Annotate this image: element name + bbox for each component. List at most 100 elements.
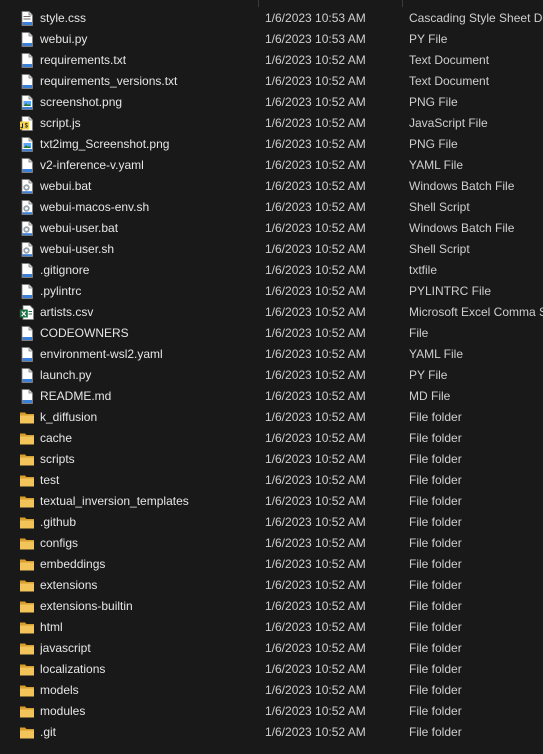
file-date-modified: 1/6/2023 10:52 AM <box>265 536 366 550</box>
javascript-file-icon <box>19 116 35 131</box>
file-name: README.md <box>40 389 112 403</box>
file-date-modified: 1/6/2023 10:52 AM <box>265 263 366 277</box>
file-row[interactable]: models 1/6/2023 10:52 AM File folder <box>0 680 543 701</box>
file-name: .gitignore <box>40 263 90 277</box>
file-name: requirements_versions.txt <box>40 74 178 88</box>
file-row[interactable]: script.js 1/6/2023 10:52 AM JavaScript Fil… <box>0 113 543 134</box>
file-date-modified: 1/6/2023 10:53 AM <box>265 11 366 25</box>
file-name: CODEOWNERS <box>40 326 129 340</box>
file-type: PY File <box>409 368 448 382</box>
file-row[interactable]: txt2img_Screenshot.png 1/6/2023 10:52 AM P… <box>0 134 543 155</box>
file-row[interactable]: cache 1/6/2023 10:52 AM File folder <box>0 428 543 449</box>
excel-file-icon <box>19 305 35 320</box>
file-name: localizations <box>40 662 106 676</box>
file-date-modified: 1/6/2023 10:52 AM <box>265 95 366 109</box>
file-row[interactable]: .github 1/6/2023 10:52 AM File folder <box>0 512 543 533</box>
file-name: webui-macos-env.sh <box>40 200 150 214</box>
file-row[interactable]: .pylintrc 1/6/2023 10:52 AM PYLINTRC File <box>0 281 543 302</box>
file-row[interactable]: webui-user.bat 1/6/2023 10:52 AM Windows B… <box>0 218 543 239</box>
column-divider-type[interactable] <box>402 0 403 7</box>
file-row[interactable]: style.css 1/6/2023 10:53 AM Cascading Styl… <box>0 8 543 29</box>
file-type: Text Document <box>409 53 490 67</box>
file-date-modified: 1/6/2023 10:52 AM <box>265 662 366 676</box>
file-name: webui.bat <box>40 179 92 193</box>
file-row[interactable]: webui-macos-env.sh 1/6/2023 10:52 AM Shell… <box>0 197 543 218</box>
file-row[interactable]: .gitignore 1/6/2023 10:52 AM txtfile <box>0 260 543 281</box>
file-date-modified: 1/6/2023 10:52 AM <box>265 641 366 655</box>
file-date-modified: 1/6/2023 10:52 AM <box>265 179 366 193</box>
file-row[interactable]: extensions-builtin 1/6/2023 10:52 AM File … <box>0 596 543 617</box>
file-row[interactable]: modules 1/6/2023 10:52 AM File folder <box>0 701 543 722</box>
file-name: requirements.txt <box>40 53 127 67</box>
file-row[interactable]: webui-user.sh 1/6/2023 10:52 AM Shell Scri… <box>0 239 543 260</box>
folder-icon <box>19 620 35 635</box>
image-file-icon <box>19 137 35 152</box>
file-type: PYLINTRC File <box>409 284 492 298</box>
file-date-modified: 1/6/2023 10:52 AM <box>265 347 366 361</box>
file-row[interactable]: extensions 1/6/2023 10:52 AM File folder <box>0 575 543 596</box>
folder-icon <box>19 641 35 656</box>
file-date-modified: 1/6/2023 10:52 AM <box>265 683 366 697</box>
file-type: YAML File <box>409 158 464 172</box>
file-row[interactable]: .git 1/6/2023 10:52 AM File folder <box>0 722 543 743</box>
file-name: extensions <box>40 578 98 592</box>
file-type: File folder <box>409 452 462 466</box>
file-row[interactable]: embeddings 1/6/2023 10:52 AM File folder <box>0 554 543 575</box>
file-name: environment-wsl2.yaml <box>40 347 163 361</box>
file-row[interactable]: textual_inversion_templates 1/6/2023 10:5… <box>0 491 543 512</box>
file-type: File folder <box>409 599 462 613</box>
folder-icon <box>19 494 35 509</box>
file-row[interactable]: requirements_versions.txt 1/6/2023 10:52 … <box>0 71 543 92</box>
file-row[interactable]: k_diffusion 1/6/2023 10:52 AM File folder <box>0 407 543 428</box>
file-name: v2-inference-v.yaml <box>40 158 144 172</box>
folder-icon <box>19 578 35 593</box>
folder-icon <box>19 725 35 740</box>
file-date-modified: 1/6/2023 10:52 AM <box>265 242 366 256</box>
file-row[interactable]: scripts 1/6/2023 10:52 AM File folder <box>0 449 543 470</box>
file-row[interactable]: CODEOWNERS 1/6/2023 10:52 AM File <box>0 323 543 344</box>
file-type: File folder <box>409 578 462 592</box>
file-type: File folder <box>409 473 462 487</box>
file-row[interactable]: requirements.txt 1/6/2023 10:52 AM Text Do… <box>0 50 543 71</box>
file-type: File folder <box>409 494 462 508</box>
file-type: File folder <box>409 515 462 529</box>
folder-icon <box>19 599 35 614</box>
file-type: File folder <box>409 662 462 676</box>
file-type: txtfile <box>409 263 438 277</box>
folder-icon <box>19 515 35 530</box>
document-icon <box>19 263 35 278</box>
folder-icon <box>19 536 35 551</box>
file-name: launch.py <box>40 368 92 382</box>
file-date-modified: 1/6/2023 10:52 AM <box>265 326 366 340</box>
file-row[interactable]: artists.csv 1/6/2023 10:52 AM Microsoft Ex… <box>0 302 543 323</box>
file-name: extensions-builtin <box>40 599 133 613</box>
file-row[interactable]: webui.bat 1/6/2023 10:52 AM Windows Batch … <box>0 176 543 197</box>
file-row[interactable]: screenshot.png 1/6/2023 10:52 AM PNG File <box>0 92 543 113</box>
file-row[interactable]: html 1/6/2023 10:52 AM File folder <box>0 617 543 638</box>
file-type: Microsoft Excel Comma S <box>409 305 543 319</box>
column-divider-date[interactable] <box>258 0 259 7</box>
file-row[interactable]: README.md 1/6/2023 10:52 AM MD File <box>0 386 543 407</box>
document-icon <box>19 74 35 89</box>
file-name: script.js <box>40 116 81 130</box>
file-date-modified: 1/6/2023 10:52 AM <box>265 599 366 613</box>
document-icon <box>19 368 35 383</box>
file-row[interactable]: configs 1/6/2023 10:52 AM File folder <box>0 533 543 554</box>
file-date-modified: 1/6/2023 10:52 AM <box>265 704 366 718</box>
file-type: Windows Batch File <box>409 221 515 235</box>
gear-file-icon <box>19 221 35 236</box>
file-date-modified: 1/6/2023 10:52 AM <box>265 578 366 592</box>
file-date-modified: 1/6/2023 10:52 AM <box>265 620 366 634</box>
file-type: File folder <box>409 704 462 718</box>
document-icon <box>19 326 35 341</box>
file-row[interactable]: javascript 1/6/2023 10:52 AM File folder <box>0 638 543 659</box>
file-name: textual_inversion_templates <box>40 494 189 508</box>
file-row[interactable]: v2-inference-v.yaml 1/6/2023 10:52 AM YAML… <box>0 155 543 176</box>
file-name: cache <box>40 431 73 445</box>
file-row[interactable]: webui.py 1/6/2023 10:53 AM PY File <box>0 29 543 50</box>
file-row[interactable]: localizations 1/6/2023 10:52 AM File folde… <box>0 659 543 680</box>
file-row[interactable]: test 1/6/2023 10:52 AM File folder <box>0 470 543 491</box>
file-row[interactable]: launch.py 1/6/2023 10:52 AM PY File <box>0 365 543 386</box>
document-icon <box>19 389 35 404</box>
file-row[interactable]: environment-wsl2.yaml 1/6/2023 10:52 AM YA… <box>0 344 543 365</box>
